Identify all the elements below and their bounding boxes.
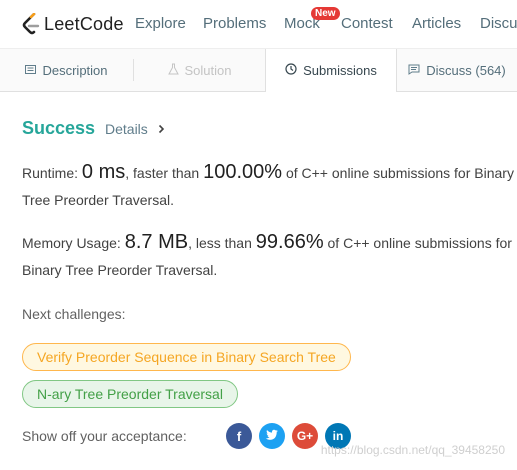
challenge-label: N-ary Tree Preorder Traversal xyxy=(37,386,223,402)
chevron-right-icon xyxy=(158,121,165,137)
submission-status: Success xyxy=(22,118,96,138)
runtime-line: Runtime: 0 ms, faster than 100.00% of C+… xyxy=(22,160,514,185)
linkedin-icon: in xyxy=(332,429,344,443)
twitter-share-button[interactable] xyxy=(259,423,285,449)
memory-tail: of C++ online submissions for xyxy=(327,235,512,251)
challenge-verify-preorder[interactable]: Verify Preorder Sequence in Binary Searc… xyxy=(22,343,351,371)
runtime-percent: 100.00% xyxy=(203,161,283,183)
nav-discuss[interactable]: Discuss xyxy=(480,15,517,32)
memory-mid: , less than xyxy=(188,235,252,251)
tab-description-label: Description xyxy=(42,62,108,78)
tab-description[interactable]: Description xyxy=(0,49,133,91)
google-plus-share-button[interactable]: G+ xyxy=(292,423,318,449)
flask-icon xyxy=(167,63,179,78)
problem-tabs: Description Solution Submissions Discuss… xyxy=(0,49,517,92)
tab-submissions-label: Submissions xyxy=(303,63,377,78)
challenge-label: Verify Preorder Sequence in Binary Searc… xyxy=(37,349,336,365)
tab-submissions[interactable]: Submissions xyxy=(265,49,397,92)
runtime-line-2: Tree Preorder Traversal. xyxy=(22,192,174,208)
challenge-nary-preorder[interactable]: N-ary Tree Preorder Traversal xyxy=(22,380,238,408)
nav-explore[interactable]: Explore xyxy=(135,15,186,32)
facebook-share-button[interactable]: f xyxy=(226,423,252,449)
logo-text: LeetCode xyxy=(44,13,124,34)
nav-articles[interactable]: Articles xyxy=(412,15,461,32)
google-plus-icon: G+ xyxy=(296,429,314,443)
share-label: Show off your acceptance: xyxy=(22,428,187,444)
leetcode-logo-icon xyxy=(22,12,40,35)
document-icon xyxy=(25,63,37,78)
twitter-icon xyxy=(265,429,279,444)
memory-percent: 99.66% xyxy=(255,231,324,253)
tab-discuss-label: Discuss (564) xyxy=(426,62,506,78)
facebook-icon: f xyxy=(236,428,242,444)
runtime-mid: , faster than xyxy=(125,165,200,181)
runtime-value: 0 ms xyxy=(81,161,126,183)
tab-discuss[interactable]: Discuss (564) xyxy=(397,49,517,91)
memory-line: Memory Usage: 8.7 MB, less than 99.66% o… xyxy=(22,230,512,255)
runtime-tail: of C++ online submissions for Binary xyxy=(285,165,514,181)
memory-value: 8.7 MB xyxy=(124,231,189,253)
nav-problems[interactable]: Problems xyxy=(203,15,266,32)
details-link[interactable]: Details xyxy=(105,121,165,137)
watermark: https://blog.csdn.net/qq_39458250 xyxy=(320,443,505,457)
tab-solution[interactable]: Solution xyxy=(134,49,265,91)
runtime-label: Runtime: xyxy=(22,165,79,181)
nav-contest[interactable]: Contest xyxy=(341,15,393,32)
top-navbar: LeetCode Explore Problems Mock New Conte… xyxy=(0,0,517,49)
memory-line-2: Binary Tree Preorder Traversal. xyxy=(22,262,218,278)
next-challenges-label: Next challenges: xyxy=(22,306,126,322)
details-label: Details xyxy=(105,121,148,137)
memory-label: Memory Usage: xyxy=(22,235,121,251)
new-badge: New xyxy=(311,7,340,20)
logo[interactable]: LeetCode xyxy=(22,12,124,36)
chat-icon xyxy=(408,63,420,78)
tab-solution-label: Solution xyxy=(184,62,232,78)
clock-icon xyxy=(285,63,297,78)
